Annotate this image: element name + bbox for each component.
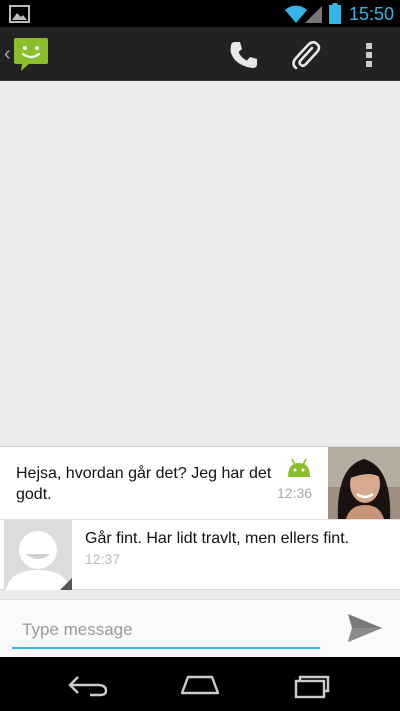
overflow-menu-icon[interactable] bbox=[362, 39, 376, 71]
message-time: 12:36 bbox=[277, 485, 313, 501]
default-avatar[interactable] bbox=[4, 520, 72, 590]
message-text: Går fint. Har lidt travlt, men ellers fi… bbox=[85, 530, 350, 547]
android-icon bbox=[288, 458, 310, 477]
recent-apps-icon[interactable] bbox=[292, 671, 332, 699]
send-icon[interactable] bbox=[344, 610, 384, 646]
navigation-bar bbox=[0, 657, 400, 711]
up-caret-icon[interactable]: ‹ bbox=[4, 44, 11, 64]
clock: 15:50 bbox=[349, 4, 395, 24]
battery-icon bbox=[329, 3, 341, 24]
message-item[interactable]: Hejsa, hvordan går det? Jeg har det godt… bbox=[0, 446, 400, 519]
message-item[interactable]: Går fint. Har lidt travlt, men ellers fi… bbox=[0, 519, 400, 590]
compose-bar bbox=[0, 599, 400, 657]
message-time: 12:37 bbox=[85, 551, 121, 567]
action-bar: ‹ bbox=[0, 27, 400, 81]
message-text: Hejsa, hvordan går det? Jeg har det godt… bbox=[16, 465, 272, 503]
gallery-notification-icon bbox=[9, 5, 30, 23]
contact-photo[interactable] bbox=[328, 447, 400, 519]
messaging-app-icon[interactable] bbox=[13, 36, 49, 72]
signal-icon bbox=[305, 6, 322, 23]
message-input[interactable] bbox=[12, 613, 320, 649]
conversation-list[interactable]: Hejsa, hvordan går det? Jeg har det godt… bbox=[0, 81, 400, 599]
home-icon[interactable] bbox=[178, 673, 222, 697]
status-bar: 15:50 bbox=[0, 0, 400, 27]
call-icon[interactable] bbox=[228, 39, 260, 71]
attach-icon[interactable] bbox=[290, 39, 322, 71]
back-icon[interactable] bbox=[66, 673, 110, 697]
